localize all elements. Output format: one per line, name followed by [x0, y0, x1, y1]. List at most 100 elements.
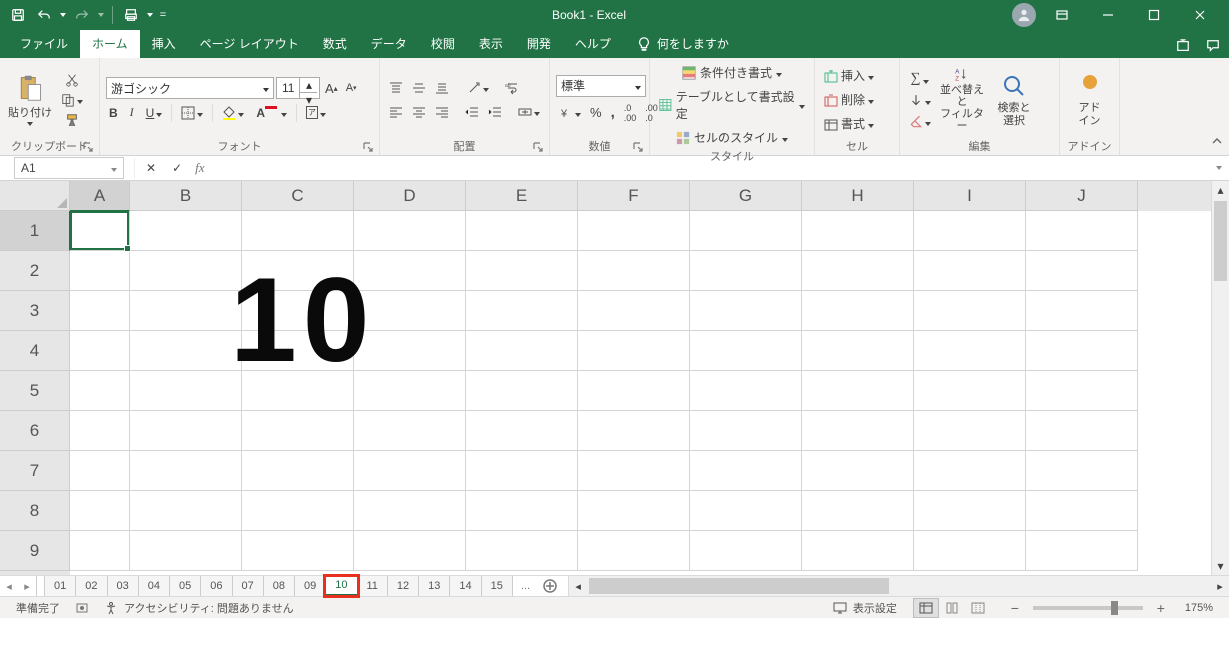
cell[interactable] [242, 491, 354, 531]
tab-data[interactable]: データ [359, 30, 419, 58]
row-header[interactable]: 6 [0, 411, 70, 451]
align-left-button[interactable] [386, 103, 406, 121]
font-color-button[interactable]: A [253, 104, 290, 122]
font-launcher[interactable] [363, 142, 375, 154]
sheet-tab[interactable]: 02 [75, 576, 107, 596]
column-header[interactable]: I [914, 181, 1026, 211]
cell[interactable] [802, 251, 914, 291]
cell[interactable] [466, 451, 578, 491]
paste-button[interactable]: 貼り付け [6, 67, 54, 133]
column-header[interactable]: D [354, 181, 466, 211]
cell[interactable] [354, 251, 466, 291]
cell[interactable] [130, 251, 242, 291]
zoom-out-button[interactable]: − [1007, 600, 1023, 616]
cell[interactable] [1026, 451, 1138, 491]
cell[interactable] [578, 451, 690, 491]
cell[interactable] [354, 371, 466, 411]
sheet-nav-first[interactable]: ◂ [0, 576, 18, 596]
tell-me[interactable]: 何をしますか [637, 35, 729, 58]
cell[interactable] [466, 411, 578, 451]
cell[interactable] [466, 371, 578, 411]
cell[interactable] [802, 371, 914, 411]
cell[interactable] [690, 251, 802, 291]
autosum-button[interactable]: ∑ [906, 69, 934, 89]
cell[interactable] [802, 491, 914, 531]
horizontal-scrollbar[interactable]: ◂ ▸ [568, 576, 1229, 596]
decrease-font-button[interactable]: A▾ [343, 80, 360, 96]
cell[interactable] [578, 491, 690, 531]
view-page-break-button[interactable] [965, 598, 991, 618]
cell[interactable] [914, 451, 1026, 491]
cell[interactable] [1026, 291, 1138, 331]
cell[interactable] [466, 211, 578, 251]
cell[interactable] [690, 331, 802, 371]
cell[interactable] [690, 371, 802, 411]
quickprint-button[interactable] [119, 3, 143, 27]
align-middle-button[interactable] [409, 79, 429, 97]
cell[interactable] [914, 531, 1026, 571]
row-header[interactable]: 4 [0, 331, 70, 371]
cell[interactable] [802, 411, 914, 451]
vscroll-thumb[interactable] [1214, 201, 1227, 281]
number-format-combo[interactable]: 標準 [556, 75, 646, 97]
cell[interactable] [354, 331, 466, 371]
cell[interactable] [130, 371, 242, 411]
display-settings-button[interactable]: 表示設定 [825, 600, 905, 616]
row-header[interactable]: 2 [0, 251, 70, 291]
sheet-tab[interactable]: 03 [107, 576, 139, 596]
borders-button[interactable] [178, 104, 206, 122]
align-right-button[interactable] [432, 103, 452, 121]
cell-styles-button[interactable]: セルのスタイル [656, 127, 808, 148]
column-header[interactable]: C [242, 181, 354, 211]
font-size-combo[interactable]: 11▴▾ [276, 77, 320, 99]
sheet-tab[interactable]: 05 [169, 576, 201, 596]
sheet-tab[interactable]: 01 [44, 576, 76, 596]
cell[interactable] [130, 531, 242, 571]
clear-button[interactable] [906, 113, 934, 131]
cell[interactable] [242, 411, 354, 451]
sheet-nav-prev[interactable]: ▸ [18, 576, 36, 596]
cell[interactable] [70, 371, 130, 411]
cell[interactable] [242, 331, 354, 371]
undo-dropdown[interactable] [58, 13, 68, 17]
sort-filter-button[interactable]: AZ 並べ替えと フィルター [938, 67, 986, 133]
cell[interactable] [1026, 371, 1138, 411]
collapse-ribbon-button[interactable] [1211, 136, 1223, 151]
column-header[interactable]: B [130, 181, 242, 211]
sheet-tab[interactable]: 15 [481, 576, 513, 596]
cell[interactable] [354, 411, 466, 451]
cell[interactable] [1026, 531, 1138, 571]
cell[interactable] [578, 531, 690, 571]
name-box[interactable]: A1 [14, 157, 124, 179]
cell[interactable] [130, 411, 242, 451]
insert-function-button[interactable]: fx [195, 160, 204, 176]
wrap-text-button[interactable]: ab [502, 79, 522, 97]
cell[interactable] [242, 531, 354, 571]
increase-decimal-button[interactable]: .0.00 [621, 101, 640, 125]
redo-dropdown[interactable] [96, 13, 106, 17]
tab-help[interactable]: ヘルプ [563, 30, 623, 58]
cell[interactable] [914, 251, 1026, 291]
cell[interactable] [690, 291, 802, 331]
comma-button[interactable]: , [608, 102, 618, 123]
vertical-scrollbar[interactable]: ▴ ▾ [1211, 181, 1229, 575]
ribbon-display-options[interactable] [1039, 0, 1085, 30]
bold-button[interactable]: B [106, 104, 121, 122]
select-all-button[interactable] [0, 181, 70, 211]
merge-button[interactable] [515, 103, 543, 121]
sheet-tab[interactable]: 09 [294, 576, 326, 596]
format-painter-button[interactable] [58, 111, 86, 129]
view-page-layout-button[interactable] [939, 598, 965, 618]
cell[interactable] [466, 291, 578, 331]
addins-button[interactable]: アド イン [1066, 67, 1113, 133]
cell[interactable] [690, 411, 802, 451]
format-cells-button[interactable]: 書式 [821, 113, 877, 134]
column-header[interactable]: J [1026, 181, 1138, 211]
font-name-combo[interactable]: 游ゴシック [106, 77, 274, 99]
cell[interactable] [690, 531, 802, 571]
cell[interactable] [914, 491, 1026, 531]
align-top-button[interactable] [386, 79, 406, 97]
increase-font-button[interactable]: A▴ [322, 79, 341, 98]
cell[interactable] [578, 411, 690, 451]
column-header[interactable]: F [578, 181, 690, 211]
